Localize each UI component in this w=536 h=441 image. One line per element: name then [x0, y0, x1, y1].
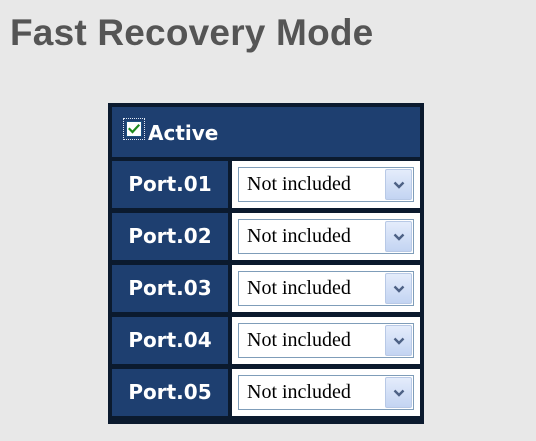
port-select-02[interactable]: Not included: [238, 219, 414, 254]
port-select-05[interactable]: Not included: [238, 375, 414, 410]
port-row-05: Port.05 Not included: [112, 369, 420, 416]
active-label: Active: [148, 121, 219, 145]
select-value-01: Not included: [247, 173, 351, 195]
port-select-cell-03: Not included: [232, 265, 420, 312]
chevron-down-icon: [393, 285, 405, 293]
port-label-02: Port.02: [112, 213, 228, 260]
dropdown-button-05[interactable]: [385, 377, 412, 408]
port-select-cell-04: Not included: [232, 317, 420, 364]
chevron-down-icon: [393, 389, 405, 397]
fast-recovery-panel: Active Port.01 Not included Port.02 Not …: [108, 103, 424, 424]
port-select-cell-02: Not included: [232, 213, 420, 260]
active-checkbox[interactable]: [126, 121, 142, 137]
select-value-05: Not included: [247, 381, 351, 403]
page-title: Fast Recovery Mode: [10, 12, 374, 53]
select-value-02: Not included: [247, 225, 351, 247]
port-row-03: Port.03 Not included: [112, 265, 420, 312]
dropdown-button-03[interactable]: [385, 273, 412, 304]
port-row-04: Port.04 Not included: [112, 317, 420, 364]
port-row-02: Port.02 Not included: [112, 213, 420, 260]
port-select-01[interactable]: Not included: [238, 167, 414, 202]
chevron-down-icon: [393, 337, 405, 345]
port-row-01: Port.01 Not included: [112, 161, 420, 208]
port-label-05: Port.05: [112, 369, 228, 416]
chevron-down-icon: [393, 181, 405, 189]
select-value-03: Not included: [247, 277, 351, 299]
port-label-03: Port.03: [112, 265, 228, 312]
port-select-04[interactable]: Not included: [238, 323, 414, 358]
active-row: Active: [112, 107, 420, 157]
dropdown-button-04[interactable]: [385, 325, 412, 356]
chevron-down-icon: [393, 233, 405, 241]
dropdown-button-01[interactable]: [385, 169, 412, 200]
checkmark-icon: [128, 123, 140, 134]
port-select-cell-05: Not included: [232, 369, 420, 416]
port-select-03[interactable]: Not included: [238, 271, 414, 306]
port-label-04: Port.04: [112, 317, 228, 364]
dropdown-button-02[interactable]: [385, 221, 412, 252]
port-label-01: Port.01: [112, 161, 228, 208]
select-value-04: Not included: [247, 329, 351, 351]
port-select-cell-01: Not included: [232, 161, 420, 208]
